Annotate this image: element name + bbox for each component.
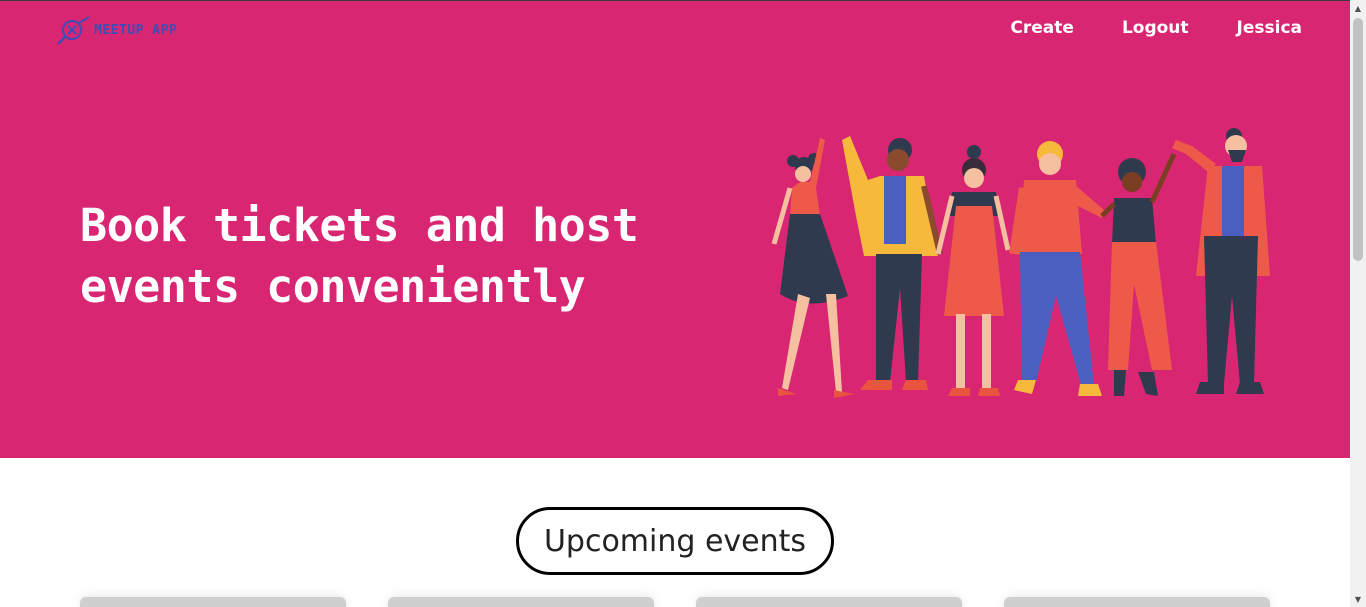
logo-icon — [57, 16, 90, 45]
people-group-illustration — [771, 128, 1270, 398]
upcoming-events-heading: Upcoming events — [516, 507, 834, 575]
scroll-down-arrow-icon[interactable]: ▼ — [1350, 591, 1366, 607]
headline-line-1: Book tickets and host — [80, 199, 639, 252]
top-nav: Create Logout Jessica — [1010, 18, 1302, 38]
app-logo[interactable]: MEETUP APP — [56, 15, 177, 45]
person-6 — [1172, 128, 1270, 394]
upcoming-events-label: Upcoming events — [543, 523, 807, 559]
event-card[interactable] — [80, 597, 346, 607]
nav-user-link[interactable]: Jessica — [1237, 18, 1302, 38]
page: MEETUP APP Create Logout Jessica Book ti… — [0, 0, 1350, 607]
person-4 — [1009, 141, 1104, 396]
event-card[interactable] — [388, 597, 654, 607]
logo-text: MEETUP APP — [94, 22, 178, 38]
hero-headline: Book tickets and host events convenientl… — [80, 195, 720, 317]
vertical-scrollbar[interactable]: ▲ ▼ — [1350, 0, 1366, 607]
headline-line-2: events conveniently — [80, 260, 586, 313]
scroll-up-arrow-icon[interactable]: ▲ — [1350, 0, 1366, 16]
nav-logout-link[interactable]: Logout — [1122, 18, 1189, 38]
scrollbar-thumb[interactable] — [1353, 18, 1363, 261]
nav-create-link[interactable]: Create — [1010, 18, 1074, 38]
hero-banner: MEETUP APP Create Logout Jessica Book ti… — [0, 1, 1350, 458]
person-2 — [842, 136, 943, 390]
person-5 — [1100, 152, 1177, 396]
event-card[interactable] — [1004, 597, 1270, 607]
event-card[interactable] — [696, 597, 962, 607]
person-3 — [935, 145, 1011, 396]
person-1 — [771, 138, 854, 398]
